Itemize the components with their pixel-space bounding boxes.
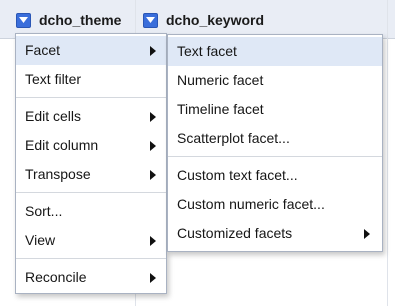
facet-submenu: Text facet Numeric facet Timeline facet … bbox=[167, 34, 383, 252]
menu-item-customized-facets[interactable]: Customized facets bbox=[168, 219, 382, 248]
column-header-dcho-keyword[interactable]: dcho_keyword bbox=[143, 11, 264, 29]
menu-item-facet[interactable]: Facet bbox=[16, 36, 166, 65]
menu-item-label: Edit cells bbox=[25, 108, 82, 124]
column-dropdown-button[interactable] bbox=[143, 12, 158, 28]
menu-separator bbox=[16, 258, 166, 259]
menu-item-label: Scatterplot facet... bbox=[177, 130, 290, 146]
menu-item-custom-text-facet[interactable]: Custom text facet... bbox=[168, 161, 382, 190]
menu-item-label: Custom numeric facet... bbox=[177, 196, 325, 212]
submenu-arrow-icon bbox=[150, 112, 156, 122]
submenu-arrow-icon bbox=[150, 273, 156, 283]
menu-item-label: Sort... bbox=[25, 203, 63, 219]
menu-item-transpose[interactable]: Transpose bbox=[16, 160, 166, 189]
menu-item-label: Timeline facet bbox=[177, 101, 264, 117]
column-menu: Facet Text filter Edit cells Edit column… bbox=[15, 33, 167, 294]
column-dropdown-button[interactable] bbox=[16, 12, 31, 28]
menu-item-label: Transpose bbox=[25, 166, 91, 182]
column-name: dcho_theme bbox=[39, 12, 122, 28]
menu-separator bbox=[168, 156, 382, 157]
menu-item-label: View bbox=[25, 232, 56, 248]
menu-item-sort[interactable]: Sort... bbox=[16, 197, 166, 226]
submenu-arrow-icon bbox=[150, 141, 156, 151]
menu-item-reconcile[interactable]: Reconcile bbox=[16, 263, 166, 292]
chevron-down-icon bbox=[19, 17, 28, 23]
menu-item-view[interactable]: View bbox=[16, 226, 166, 255]
menu-item-label: Text filter bbox=[25, 71, 82, 87]
menu-item-label: Facet bbox=[25, 42, 61, 58]
column-separator bbox=[387, 0, 388, 306]
menu-item-text-facet[interactable]: Text facet bbox=[168, 37, 382, 66]
column-name: dcho_keyword bbox=[166, 12, 265, 28]
menu-item-numeric-facet[interactable]: Numeric facet bbox=[168, 66, 382, 95]
menu-item-edit-cells[interactable]: Edit cells bbox=[16, 102, 166, 131]
menu-item-edit-column[interactable]: Edit column bbox=[16, 131, 166, 160]
submenu-arrow-icon bbox=[364, 229, 370, 239]
menu-item-scatterplot-facet[interactable]: Scatterplot facet... bbox=[168, 124, 382, 153]
menu-item-text-filter[interactable]: Text filter bbox=[16, 65, 166, 94]
submenu-arrow-icon bbox=[150, 236, 156, 246]
column-header-dcho-theme[interactable]: dcho_theme bbox=[16, 11, 121, 29]
menu-item-label: Edit column bbox=[25, 137, 99, 153]
menu-item-label: Reconcile bbox=[25, 269, 87, 285]
menu-item-label: Numeric facet bbox=[177, 72, 264, 88]
chevron-down-icon bbox=[146, 17, 155, 23]
menu-item-label: Custom text facet... bbox=[177, 167, 298, 183]
menu-item-custom-numeric-facet[interactable]: Custom numeric facet... bbox=[168, 190, 382, 219]
submenu-arrow-icon bbox=[150, 46, 156, 56]
submenu-arrow-icon bbox=[150, 170, 156, 180]
menu-item-label: Customized facets bbox=[177, 225, 293, 241]
menu-separator bbox=[16, 97, 166, 98]
menu-item-timeline-facet[interactable]: Timeline facet bbox=[168, 95, 382, 124]
menu-separator bbox=[16, 192, 166, 193]
menu-item-label: Text facet bbox=[177, 43, 237, 59]
